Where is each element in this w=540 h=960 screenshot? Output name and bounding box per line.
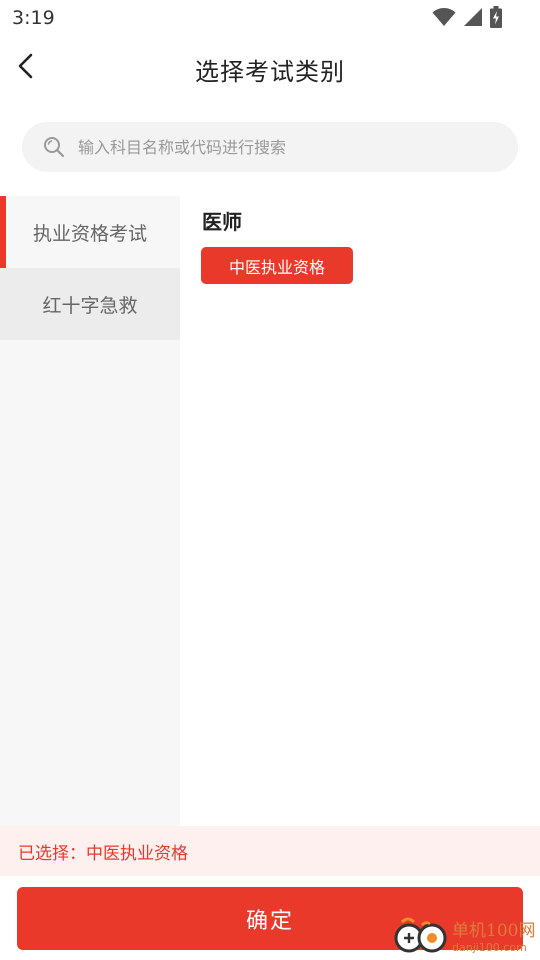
selected-summary: 已选择：中医执业资格: [0, 826, 540, 876]
page-title: 选择考试类别: [195, 58, 345, 86]
selected-summary-text: 已选择：中医执业资格: [18, 843, 188, 864]
header: 选择考试类别: [0, 36, 540, 100]
watermark-text: 单机100网 danji100.com: [452, 921, 536, 954]
exam-tag-tcm-qualification[interactable]: 中医执业资格: [201, 247, 353, 284]
watermark-line1: 单机100网: [452, 921, 536, 941]
exam-tag-label: 中医执业资格: [228, 257, 325, 277]
status-icons: [432, 6, 502, 28]
search-input[interactable]: [78, 137, 478, 157]
category-label: 红十字急救: [42, 294, 138, 317]
category-content: 医师 中医执业资格: [180, 196, 540, 826]
status-time: 3:19: [12, 7, 55, 29]
group-title: 医师: [202, 210, 242, 234]
confirm-label: 确定: [245, 908, 294, 934]
battery-charging-icon: [490, 6, 502, 28]
watermark-line2: danji100.com: [452, 941, 527, 954]
status-bar: 3:19: [0, 0, 540, 36]
wifi-icon: [432, 7, 456, 27]
signal-icon: [463, 7, 483, 27]
watermark: 单机100网 danji100.com: [392, 917, 538, 959]
category-item-red-cross-first-aid[interactable]: 红十字急救: [0, 268, 180, 340]
category-item-practice-qualification[interactable]: 执业资格考试: [0, 196, 180, 268]
category-sidebar: 执业资格考试 红十字急救: [0, 196, 180, 826]
watermark-logo-icon: [392, 916, 448, 960]
category-label: 执业资格考试: [32, 222, 147, 245]
search-box[interactable]: [22, 122, 518, 172]
search-icon: [42, 135, 66, 159]
